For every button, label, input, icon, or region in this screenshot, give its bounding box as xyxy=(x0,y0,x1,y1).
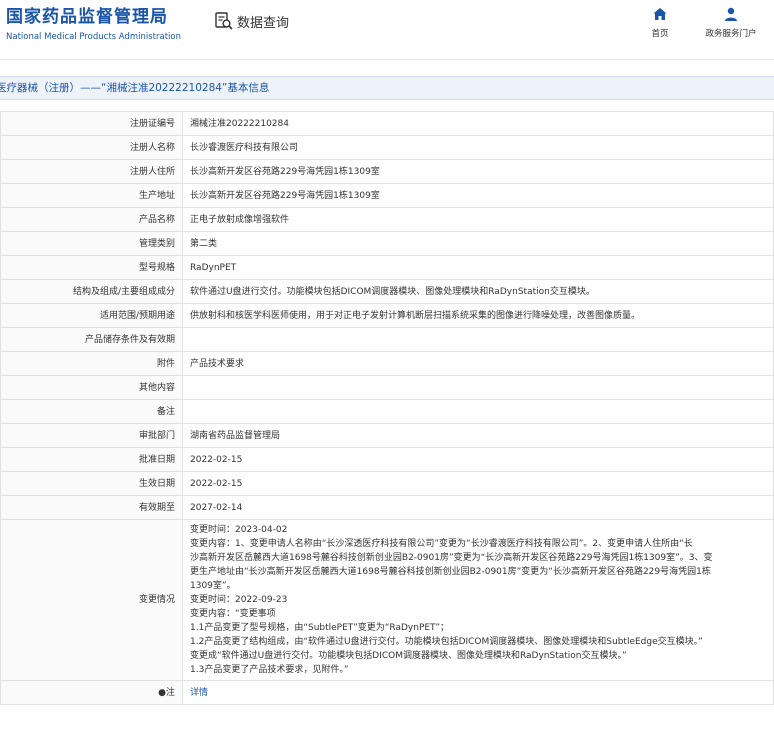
change-history-label: 变更情况 xyxy=(0,519,183,681)
field-label: 注册证编号 xyxy=(0,111,183,136)
field-value: 供放射科和核医学科医师使用，用于对正电子发射计算机断层扫描系统采集的图像进行降噪… xyxy=(182,303,774,328)
field-value: 产品技术要求 xyxy=(182,351,774,376)
table-row: 适用范围/预期用途 供放射科和核医学科医师使用，用于对正电子发射计算机断层扫描系统… xyxy=(0,303,774,328)
note-label: ●注 xyxy=(0,680,183,705)
note-bullet-icon: ● xyxy=(158,687,166,698)
change-line: 变更时间：2023-04-02 xyxy=(190,525,288,535)
field-label: 备注 xyxy=(0,399,183,424)
note-value: 详情 xyxy=(182,680,774,705)
user-icon xyxy=(725,7,737,21)
field-value: 2022-02-15 xyxy=(182,471,774,496)
change-history-row: 变更情况 变更时间：2023-04-02 变更内容：1、变更申请人名称由“长沙深… xyxy=(0,519,774,681)
nav-service-portal-label: 政务服务门户 xyxy=(705,29,757,39)
change-line: 1.3产品变更了产品技术要求，见附件。” xyxy=(190,665,349,675)
table-row: 注册人住所 长沙高新开发区谷苑路229号海凭园1栋1309室 xyxy=(0,159,774,184)
change-line: 变更时间：2022-09-23 xyxy=(190,595,288,605)
field-label: 管理类别 xyxy=(0,231,183,256)
data-query-heading: 数据查询 xyxy=(214,11,289,31)
change-line: 变更成“软件通过U盘进行交付。功能模块包括DICOM调度器模块、图像处理模块和R… xyxy=(190,651,627,661)
field-value xyxy=(182,327,774,352)
change-line: 变更内容：1、变更申请人名称由“长沙深透医疗科技有限公司”变更为“长沙睿渡医疗科… xyxy=(190,539,693,549)
nav-home-label: 首页 xyxy=(651,29,669,39)
field-value: 湖南省药品监督管理局 xyxy=(182,423,774,448)
field-label: 注册人住所 xyxy=(0,159,183,184)
change-line: 变更内容：“变更事项 xyxy=(190,609,276,619)
nav-service-portal[interactable]: 政务服务门户 xyxy=(698,6,764,39)
field-label: 生产地址 xyxy=(0,183,183,208)
field-value: 湘械注准20222210284 xyxy=(182,111,774,136)
field-label: 产品名称 xyxy=(0,207,183,232)
table-row: 管理类别 第二类 xyxy=(0,231,774,256)
field-label: 生效日期 xyxy=(0,471,183,496)
data-query-label: 数据查询 xyxy=(237,15,290,31)
field-value: 软件通过U盘进行交付。功能模块包括DICOM调度器模块、图像处理模块和RaDyn… xyxy=(182,279,774,304)
table-row: 产品储存条件及有效期 xyxy=(0,327,774,352)
field-value: RaDynPET xyxy=(182,255,774,280)
field-label: 注册人名称 xyxy=(0,135,183,160)
change-history-value: 变更时间：2023-04-02 变更内容：1、变更申请人名称由“长沙深透医疗科技… xyxy=(182,519,774,681)
table-row: 产品名称 正电子放射成像增强软件 xyxy=(0,207,774,232)
table-row: 生效日期 2022-02-15 xyxy=(0,471,774,496)
table-row: 审批部门 湖南省药品监督管理局 xyxy=(0,423,774,448)
site-logo[interactable]: 国家药品监督管理局 National Medical Products Admi… xyxy=(6,6,181,43)
change-history-text: 变更时间：2023-04-02 变更内容：1、变更申请人名称由“长沙深透医疗科技… xyxy=(190,520,773,680)
change-line: 沙高新开发区岳麓西大道1698号麓谷科技创新创业园B2-0901房”变更为“长沙… xyxy=(190,553,713,563)
note-label-text: 注 xyxy=(165,687,175,698)
table-row: 批准日期 2022-02-15 xyxy=(0,447,774,472)
field-label: 附件 xyxy=(0,351,183,376)
table-row: 结构及组成/主要组成成分 软件通过U盘进行交付。功能模块包括DICOM调度器模块、… xyxy=(0,279,774,304)
site-header: 国家药品监督管理局 National Medical Products Admi… xyxy=(0,0,774,60)
table-row: 有效期至 2027-02-14 xyxy=(0,495,774,520)
details-link[interactable]: 详情 xyxy=(190,688,208,698)
table-row: 备注 xyxy=(0,399,774,424)
field-label: 型号规格 xyxy=(0,255,183,280)
document-search-icon xyxy=(215,12,233,30)
table-row: 注册证编号 湘械注准20222210284 xyxy=(0,111,774,136)
field-value: 长沙高新开发区谷苑路229号海凭园1栋1309室 xyxy=(182,159,774,184)
field-label: 结构及组成/主要组成成分 xyxy=(0,279,183,304)
field-value xyxy=(182,375,774,400)
table-row: 附件 产品技术要求 xyxy=(0,351,774,376)
table-row: 其他内容 xyxy=(0,375,774,400)
nav-home[interactable]: 首页 xyxy=(646,6,674,39)
field-label: 有效期至 xyxy=(0,495,183,520)
change-line: 更生产地址由“长沙高新开发区岳麓西大道1698号麓谷科技创新创业园B2-0901… xyxy=(190,567,711,577)
field-value xyxy=(182,399,774,424)
change-line: 1.1产品变更了型号规格，由“SubtlePET”变更为“RaDynPET”； xyxy=(190,623,450,633)
record-title: 医疗器械（注册）——“湘械注准20222210284”基本信息 xyxy=(0,82,270,94)
home-icon xyxy=(653,8,667,20)
table-row: 生产地址 长沙高新开发区谷苑路229号海凭园1栋1309室 xyxy=(0,183,774,208)
field-label: 审批部门 xyxy=(0,423,183,448)
registration-info-table: 注册证编号 湘械注准20222210284 注册人名称 长沙睿渡医疗科技有限公司 注… xyxy=(0,111,774,705)
field-label: 适用范围/预期用途 xyxy=(0,303,183,328)
field-value: 正电子放射成像增强软件 xyxy=(182,207,774,232)
field-value: 第二类 xyxy=(182,231,774,256)
table-row: 注册人名称 长沙睿渡医疗科技有限公司 xyxy=(0,135,774,160)
field-value: 2027-02-14 xyxy=(182,495,774,520)
change-line: 1.2产品变更了结构组成，由“软件通过U盘进行交付。功能模块包括DICOM调度器… xyxy=(190,637,703,647)
change-line: 1309室”。 xyxy=(190,581,236,591)
note-row: ●注 详情 xyxy=(0,680,774,705)
field-label: 批准日期 xyxy=(0,447,183,472)
field-value: 长沙高新开发区谷苑路229号海凭园1栋1309室 xyxy=(182,183,774,208)
field-value: 长沙睿渡医疗科技有限公司 xyxy=(182,135,774,160)
field-label: 产品储存条件及有效期 xyxy=(0,327,183,352)
logo-chinese-name: 国家药品监督管理局 xyxy=(6,7,168,27)
field-label: 其他内容 xyxy=(0,375,183,400)
record-title-bar: 医疗器械（注册）——“湘械注准20222210284”基本信息 xyxy=(0,76,774,100)
table-row: 型号规格 RaDynPET xyxy=(0,255,774,280)
logo-english-name: National Medical Products Administration xyxy=(6,32,181,42)
field-value: 2022-02-15 xyxy=(182,447,774,472)
